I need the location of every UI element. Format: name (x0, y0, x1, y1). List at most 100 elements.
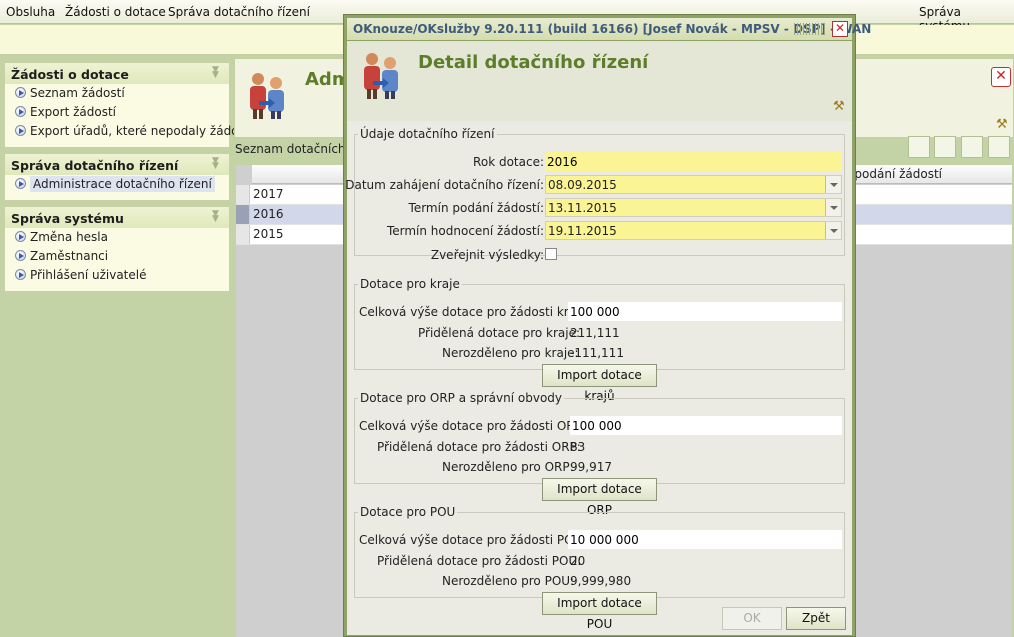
arrow-bullet-icon (15, 178, 26, 189)
termin-podani-value: 13.11.2015 (548, 201, 617, 215)
row-selector[interactable] (236, 225, 250, 244)
fieldset-pou: Dotace pro POU Celková výše dotace pro ž… (354, 505, 845, 631)
ok-button[interactable]: OK (722, 607, 782, 630)
delete-icon[interactable] (961, 136, 983, 158)
sidebar-section-title[interactable]: Správa dotačního řízení ▼ ▼ (5, 154, 229, 175)
datum-zahajeni-label: Datum zahájení dotačního řízení: (345, 178, 544, 192)
celkova-kraje-input[interactable] (568, 302, 842, 321)
dialog-title-bar[interactable]: OKnouze/OKslužby 9.20.111 (build 16166) … (347, 18, 871, 40)
sidebar-item-administrace[interactable]: Administrace dotačního řízení (5, 175, 229, 194)
chevron-down-icon[interactable] (825, 199, 841, 216)
nerozdeleno-pou-value: 9,999,980 (570, 574, 632, 588)
fieldset-orp: Dotace pro ORP a správní obvody Celková … (354, 391, 845, 517)
back-button[interactable]: Zpět (786, 607, 846, 630)
fieldset-legend: Dotace pro ORP a správní obvody (360, 391, 563, 405)
import-pou-button[interactable]: Import dotace POU (542, 592, 657, 631)
sidebar-item-zamestnanci[interactable]: Zaměstnanci (5, 247, 229, 266)
termin-hodnoceni-picker[interactable]: 19.11.2015 (545, 221, 842, 240)
import-kraje-button[interactable]: Import dotace krajů (542, 364, 657, 403)
sidebar-item-prihlaseni-uzivatele[interactable]: Přihlášení uživatelé (5, 266, 229, 285)
sidebar-item-seznam-zadosti[interactable]: Seznam žádostí (5, 84, 229, 103)
datum-zahajeni-value: 08.09.2015 (548, 178, 617, 192)
dialog-header: Detail dotačního řízení ⚒ (347, 41, 852, 121)
table-cell-year: 2017 (253, 187, 284, 201)
grip-icon (794, 23, 826, 35)
collapse-icon[interactable]: ▼ ▼ (212, 210, 224, 224)
dialog-heading: Detail dotačního řízení (418, 52, 649, 73)
import-orp-button[interactable]: Import dotace ORP (542, 478, 657, 517)
row-rok-dotace: Rok dotace: (355, 152, 844, 172)
sidebar-item-label: Export žádostí (30, 105, 116, 119)
row-zverejnit: Zveřejnit výsledky: (355, 245, 844, 265)
wrench-icon[interactable]: ⚒ (996, 117, 1008, 132)
sidebar-item-label: Export úřadů, které nepodaly žádost (30, 124, 250, 138)
row-nerozdeleno-orp: Nerozděleno pro ORP: 99,917 (355, 457, 844, 477)
celkova-orp-label: Celková výše dotace pro žádosti ORP: (359, 419, 586, 433)
menu-zadosti-o-dotace[interactable]: Žádosti o dotace (65, 5, 166, 19)
close-icon[interactable]: ✕ (991, 67, 1011, 87)
sidebar-section-zadosti: Žádosti o dotace ▼ ▼ Seznam žádostí Expor… (4, 62, 249, 148)
sidebar-section-title[interactable]: Správa systému ▼ ▼ (5, 207, 229, 228)
arrow-bullet-icon (15, 106, 26, 117)
fieldset-legend: Dotace pro kraje (360, 277, 460, 291)
datum-zahajeni-picker[interactable]: 08.09.2015 (545, 175, 842, 194)
row-selector[interactable] (236, 205, 250, 224)
people-icon (364, 53, 398, 99)
edit-tool-icon[interactable] (934, 136, 956, 158)
wrench-icon[interactable]: ⚒ (833, 99, 845, 114)
pridelena-orp-value: 83 (570, 440, 586, 454)
termin-podani-picker[interactable]: 13.11.2015 (545, 198, 842, 217)
detail-dialog: OKnouze/OKslužby 9.20.111 (build 16166) … (343, 14, 871, 637)
sidebar-item-zmena-hesla[interactable]: Změna hesla (5, 228, 229, 247)
chevron-down-icon[interactable] (825, 222, 841, 239)
collapse-icon[interactable]: ▼ ▼ (212, 157, 224, 171)
close-icon[interactable]: ✕ (832, 21, 848, 37)
pridelena-kraje-label: Přidělená dotace pro kraje: (418, 326, 581, 340)
zverejnit-label: Zveřejnit výsledky: (430, 248, 544, 262)
pridelena-kraje-value: 211,111 (570, 326, 620, 340)
row-termin-hodnoceni: Termín hodnocení žádostí: 19.11.2015 (355, 221, 844, 241)
row-selector[interactable] (236, 185, 250, 204)
termin-podani-label: Termín podání žádostí: (408, 201, 544, 215)
column-header[interactable]: n podání žádostí (843, 167, 942, 181)
sidebar-section-title[interactable]: Žádosti o dotace ▼ ▼ (5, 63, 229, 84)
nerozdeleno-orp-label: Nerozděleno pro ORP: (442, 460, 574, 474)
refresh-icon[interactable] (988, 136, 1010, 158)
rok-dotace-input[interactable] (545, 152, 842, 171)
collapse-icon[interactable]: ▼ ▼ (212, 66, 224, 80)
sidebar-item-export-uradu[interactable]: Export úřadů, které nepodaly žádost (5, 122, 249, 141)
table-cell-year: 2016 (253, 207, 284, 221)
termin-hodnoceni-value: 19.11.2015 (548, 224, 617, 238)
zverejnit-checkbox[interactable] (545, 248, 557, 260)
menu-obsluha[interactable]: Obsluha (6, 5, 55, 19)
celkova-orp-input[interactable] (570, 416, 842, 435)
new-record-icon[interactable] (908, 136, 930, 158)
celkova-pou-input[interactable] (568, 530, 842, 549)
arrow-bullet-icon (15, 250, 26, 261)
sidebar-item-label: Přihlášení uživatelé (30, 268, 147, 282)
row-celkova-pou: Celková výše dotace pro žádosti POU: (355, 530, 844, 550)
row-pridelena-kraje: Přidělená dotace pro kraje: 211,111 (355, 323, 844, 343)
sidebar-item-label: Administrace dotačního řízení (30, 176, 215, 192)
sidebar-section-sprava-systemu: Správa systému ▼ ▼ Změna hesla Zaměstnanc… (4, 206, 230, 292)
sidebar: Žádosti o dotace ▼ ▼ Seznam žádostí Expor… (0, 58, 249, 637)
arrow-bullet-icon (15, 269, 26, 280)
sidebar-section-sprava-dotacniho-rizeni: Správa dotačního řízení ▼ ▼ Administrace … (4, 153, 230, 201)
rok-dotace-label: Rok dotace: (473, 155, 544, 169)
section-title-text: Správa systému (11, 211, 124, 226)
row-pridelena-orp: Přidělená dotace pro žádosti ORP: 83 (355, 437, 844, 457)
list-label: Seznam dotačních ř (235, 142, 355, 156)
sidebar-item-export-zadosti[interactable]: Export žádostí (5, 103, 229, 122)
sidebar-item-label: Změna hesla (30, 230, 108, 244)
nerozdeleno-orp-value: 99,917 (570, 460, 612, 474)
arrow-bullet-icon (15, 87, 26, 98)
chevron-down-icon[interactable] (825, 176, 841, 193)
arrow-bullet-icon (15, 125, 26, 136)
pridelena-pou-label: Přidělená dotace pro žádosti POU: (377, 554, 582, 568)
pridelena-orp-label: Přidělená dotace pro žádosti ORP: (377, 440, 581, 454)
menu-sprava-dotacniho-rizeni[interactable]: Správa dotačního řízení (168, 5, 310, 19)
sidebar-item-label: Zaměstnanci (30, 249, 109, 263)
row-datum-zahajeni: Datum zahájení dotačního řízení: 08.09.2… (345, 175, 844, 195)
sidebar-item-label: Seznam žádostí (30, 86, 125, 100)
section-title-text: Správa dotačního řízení (11, 158, 179, 173)
